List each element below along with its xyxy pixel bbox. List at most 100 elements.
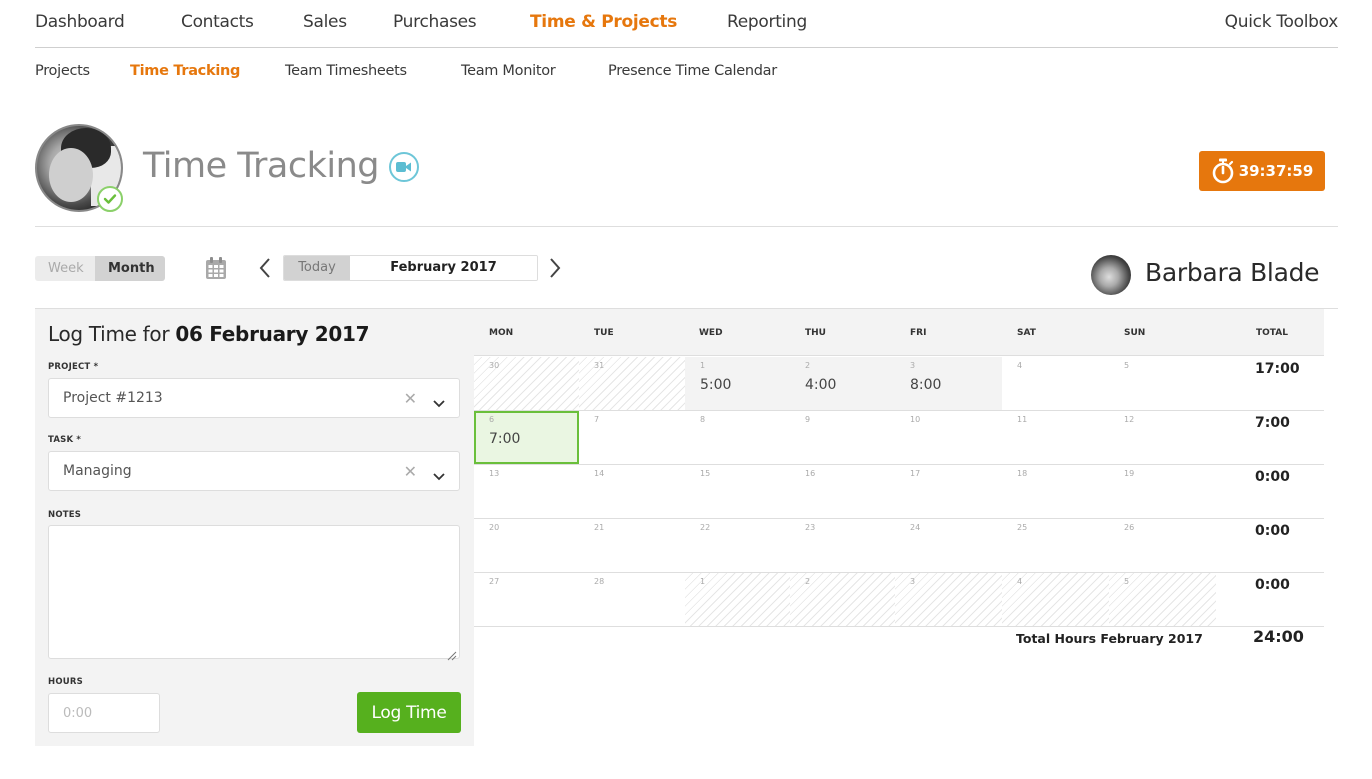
calendar-day-cell[interactable]: 3 — [895, 573, 1002, 626]
task-select[interactable]: Managing ✕ — [48, 451, 460, 491]
calendar-day-cell[interactable]: 8 — [685, 411, 790, 464]
running-timer-button[interactable]: 39:37:59 — [1199, 151, 1325, 191]
next-period-button[interactable] — [546, 254, 564, 282]
day-number: 9 — [805, 415, 811, 424]
day-number: 19 — [1124, 469, 1135, 478]
calendar-day-cell[interactable]: 31 — [579, 357, 685, 410]
calendar-day-cell[interactable]: 20 — [474, 519, 579, 572]
calendar-day-cell[interactable]: 1 5:00 — [685, 357, 790, 410]
selected-user-avatar[interactable] — [1091, 255, 1131, 295]
quick-toolbox-link[interactable]: Quick Toolbox — [1225, 12, 1339, 32]
header-sun: SUN — [1124, 328, 1146, 338]
calendar-day-cell[interactable]: 5 — [1109, 573, 1216, 626]
calendar-day-cell[interactable]: 24 — [895, 519, 1002, 572]
view-week-button[interactable]: Week — [35, 256, 95, 281]
day-number: 22 — [700, 523, 711, 532]
calendar-day-cell[interactable]: 1 — [685, 573, 790, 626]
day-number: 1 — [700, 361, 706, 370]
calendar-day-cell[interactable]: 16 — [790, 465, 895, 518]
day-number: 2 — [805, 361, 811, 370]
calendar-header-row: MON TUE WED THU FRI SAT SUN TOTAL — [474, 309, 1324, 356]
current-period-display[interactable]: February 2017 — [350, 256, 537, 280]
calendar-day-cell[interactable]: 4 — [1002, 357, 1109, 410]
calendar-day-cell[interactable]: 19 — [1109, 465, 1216, 518]
header-tue: TUE — [594, 328, 614, 338]
calendar-day-cell[interactable]: 12 — [1109, 411, 1216, 464]
calendar-day-cell[interactable]: 27 — [474, 573, 579, 626]
day-number: 17 — [910, 469, 921, 478]
calendar-week-row: 27 28 1 2 3 4 5 0:00 — [474, 573, 1324, 627]
calendar-day-cell[interactable]: 15 — [685, 465, 790, 518]
log-title-prefix: Log Time for — [48, 322, 176, 346]
calendar-day-cell[interactable]: 23 — [790, 519, 895, 572]
calendar-day-cell[interactable]: 10 — [895, 411, 1002, 464]
view-toggle: Week Month — [35, 256, 165, 281]
calendar-day-cell[interactable]: 26 — [1109, 519, 1216, 572]
calendar-day-cell[interactable]: 14 — [579, 465, 685, 518]
nav-contacts[interactable]: Contacts — [181, 12, 254, 32]
calendar-day-cell-selected[interactable]: 6 7:00 — [474, 411, 579, 464]
notes-textarea[interactable] — [48, 525, 460, 659]
header-mon: MON — [489, 328, 514, 338]
calendar-day-cell[interactable]: 21 — [579, 519, 685, 572]
calendar-picker-icon[interactable] — [205, 256, 227, 280]
previous-period-button[interactable] — [256, 254, 274, 282]
calendar-day-cell[interactable]: 30 — [474, 357, 579, 410]
day-number: 14 — [594, 469, 605, 478]
nav-reporting[interactable]: Reporting — [727, 12, 807, 32]
stopwatch-icon — [1212, 158, 1233, 184]
calendar-week-row: 6 7:00 7 8 9 10 11 12 7:00 — [474, 411, 1324, 465]
calendar-day-cell[interactable]: 25 — [1002, 519, 1109, 572]
chevron-down-icon[interactable] — [433, 393, 445, 412]
calendar-week-row: 20 21 22 23 24 25 26 0:00 — [474, 519, 1324, 573]
log-time-button[interactable]: Log Time — [357, 692, 461, 733]
date-navigator: Today February 2017 — [283, 255, 538, 281]
clear-project-icon[interactable]: ✕ — [404, 389, 417, 408]
project-select[interactable]: Project #1213 ✕ — [48, 378, 460, 418]
header-wed: WED — [699, 328, 723, 338]
clear-task-icon[interactable]: ✕ — [404, 462, 417, 481]
nav-sales[interactable]: Sales — [303, 12, 347, 32]
day-number: 10 — [910, 415, 921, 424]
today-button[interactable]: Today — [284, 256, 350, 280]
calendar-day-cell[interactable]: 18 — [1002, 465, 1109, 518]
calendar-day-cell[interactable]: 28 — [579, 573, 685, 626]
video-camera-icon[interactable] — [389, 152, 419, 182]
header-total: TOTAL — [1256, 328, 1288, 338]
hours-input[interactable] — [48, 693, 160, 733]
selected-user-name[interactable]: Barbara Blade — [1145, 258, 1320, 287]
chevron-down-icon[interactable] — [433, 466, 445, 485]
day-number: 5 — [1124, 361, 1130, 370]
day-hours: 7:00 — [489, 431, 521, 447]
nav-purchases[interactable]: Purchases — [393, 12, 477, 32]
resize-grip-icon[interactable] — [447, 646, 457, 665]
notes-label: NOTES — [48, 510, 82, 520]
calendar-day-cell[interactable]: 13 — [474, 465, 579, 518]
subnav-time-tracking[interactable]: Time Tracking — [130, 63, 240, 79]
day-number: 23 — [805, 523, 816, 532]
calendar-day-cell[interactable]: 7 — [579, 411, 685, 464]
day-number: 24 — [910, 523, 921, 532]
page-title: Time Tracking — [143, 146, 380, 186]
calendar-day-cell[interactable]: 3 8:00 — [895, 357, 1002, 410]
calendar-day-cell[interactable]: 9 — [790, 411, 895, 464]
nav-dashboard[interactable]: Dashboard — [35, 12, 125, 32]
view-month-button[interactable]: Month — [95, 256, 165, 281]
subnav-projects[interactable]: Projects — [35, 63, 90, 79]
calendar-day-cell[interactable]: 22 — [685, 519, 790, 572]
calendar-day-cell[interactable]: 2 — [790, 573, 895, 626]
project-value: Project #1213 — [63, 390, 163, 406]
week-total: 0:00 — [1255, 577, 1290, 593]
subnav-presence-time-calendar[interactable]: Presence Time Calendar — [608, 63, 777, 79]
day-hours: 4:00 — [805, 377, 837, 393]
calendar-day-cell[interactable]: 4 — [1002, 573, 1109, 626]
calendar-day-cell[interactable]: 2 4:00 — [790, 357, 895, 410]
calendar-day-cell[interactable]: 17 — [895, 465, 1002, 518]
subnav-team-timesheets[interactable]: Team Timesheets — [285, 63, 407, 79]
header-fri: FRI — [910, 328, 927, 338]
day-number: 2 — [805, 577, 811, 586]
calendar-day-cell[interactable]: 5 — [1109, 357, 1216, 410]
subnav-team-monitor[interactable]: Team Monitor — [461, 63, 556, 79]
calendar-day-cell[interactable]: 11 — [1002, 411, 1109, 464]
nav-time-projects[interactable]: Time & Projects — [530, 12, 677, 32]
